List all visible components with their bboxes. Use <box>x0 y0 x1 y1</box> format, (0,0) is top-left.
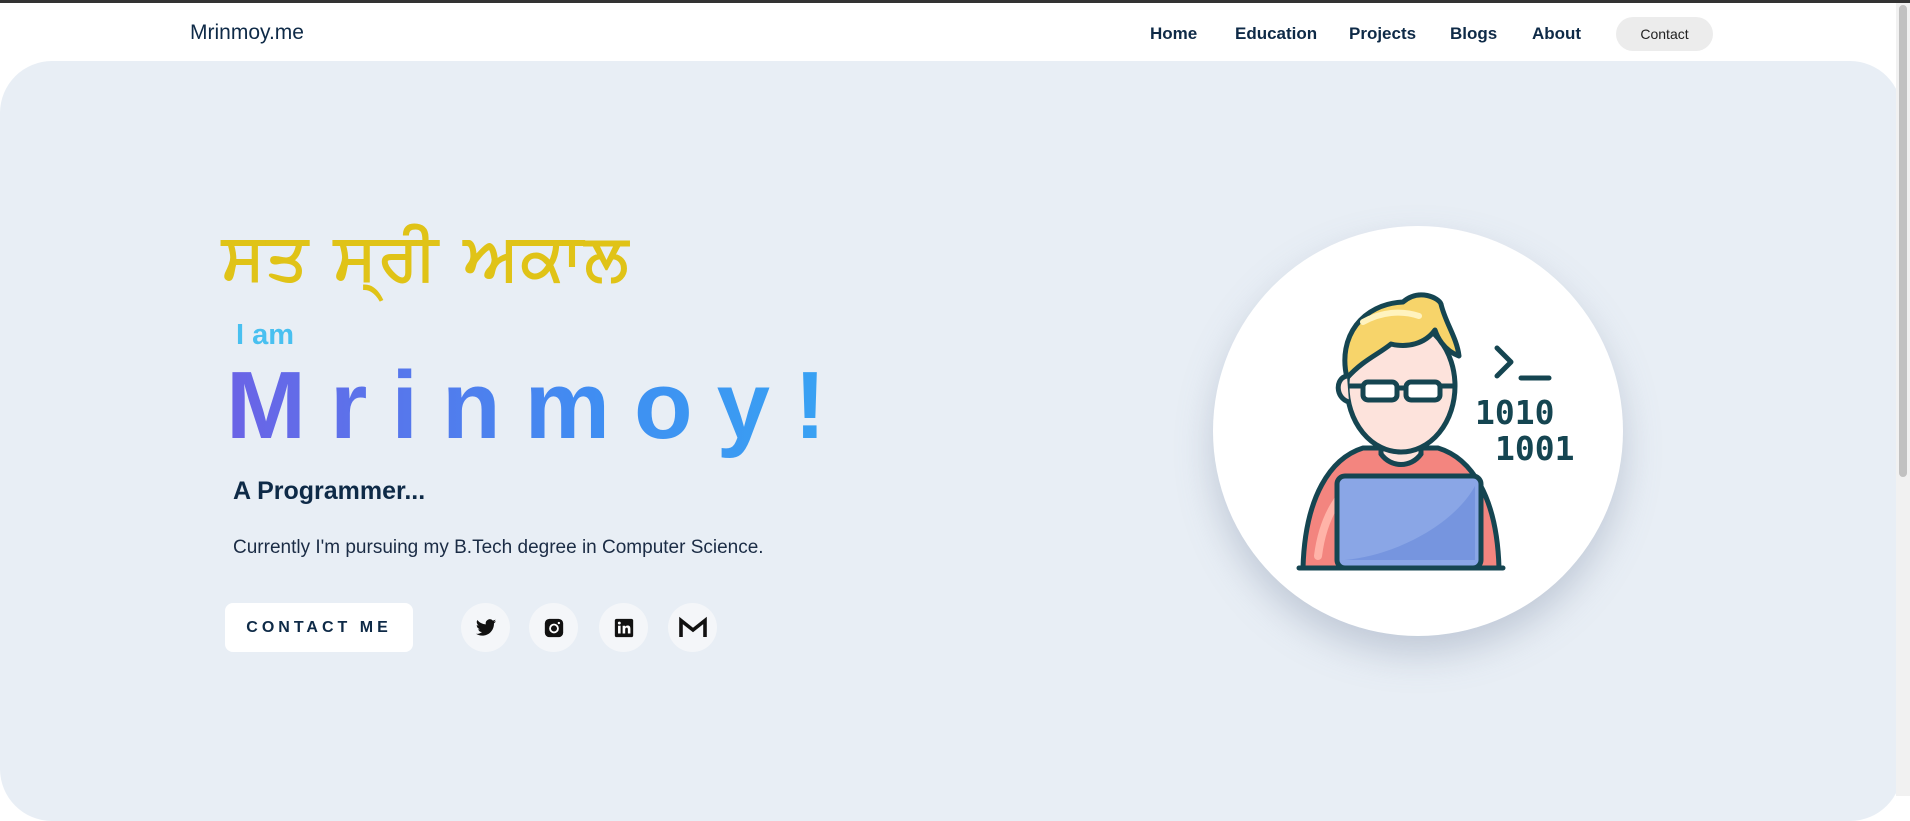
intro-text: I am <box>236 319 295 351</box>
nav-link-blogs[interactable]: Blogs <box>1450 24 1497 44</box>
linkedin-button[interactable] <box>599 603 648 652</box>
nav-link-about[interactable]: About <box>1532 24 1581 44</box>
page-scrollbar[interactable] <box>1896 3 1910 796</box>
programmer-avatar-icon: 1010 1001 <box>1296 292 1574 571</box>
nav-contact-button[interactable]: Contact <box>1616 17 1713 51</box>
instagram-button[interactable] <box>529 603 578 652</box>
hero-section: ਸਤ ਸ੍ਰੀ ਅਕਾਲ I am Mrinmoy! A Programmer.… <box>0 61 1902 821</box>
contact-me-button[interactable]: CONTACT ME <box>225 603 413 652</box>
gmail-icon <box>678 616 707 637</box>
twitter-button[interactable] <box>461 603 510 652</box>
avatar-code-line-2: 1001 <box>1495 429 1574 468</box>
hero-name: Mrinmoy! <box>226 352 850 459</box>
linkedin-icon <box>614 618 633 637</box>
description: Currently I'm pursuing my B.Tech degree … <box>233 537 764 558</box>
punjabi-greeting: ਸਤ ਸ੍ਰੀ ਅਕਾਲ <box>222 221 630 295</box>
nav-link-education[interactable]: Education <box>1235 24 1317 44</box>
tagline: A Programmer... <box>233 477 426 505</box>
avatar-code-line-1: 1010 <box>1475 393 1554 432</box>
twitter-icon <box>475 618 496 636</box>
nav-link-home[interactable]: Home <box>1150 24 1197 44</box>
navbar: Mrinmoy.me Home Education Projects Blogs… <box>0 3 1880 61</box>
gmail-button[interactable] <box>668 603 717 652</box>
instagram-icon <box>544 618 563 637</box>
nav-link-projects[interactable]: Projects <box>1349 24 1416 44</box>
scrollbar-thumb[interactable] <box>1899 5 1907 477</box>
brand-logo[interactable]: Mrinmoy.me <box>190 21 304 45</box>
avatar-circle: 1010 1001 <box>1213 226 1623 636</box>
